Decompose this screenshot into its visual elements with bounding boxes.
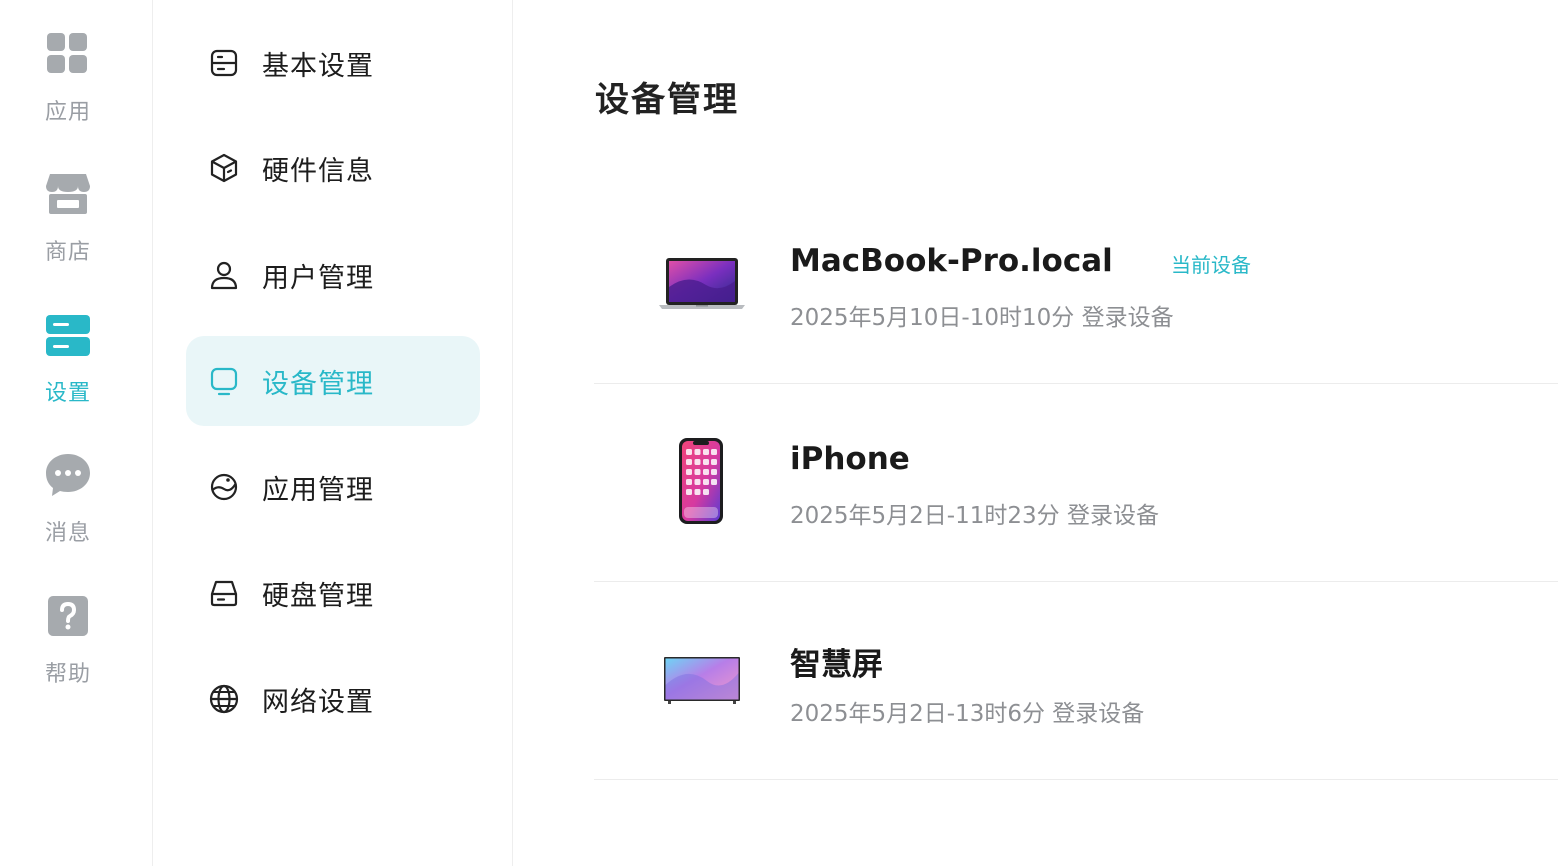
device-row-smart-screen[interactable]: 智慧屏 2025年5月2日-13时6分 登录设备: [594, 581, 1558, 780]
store-icon: [46, 174, 90, 214]
user-icon: [210, 261, 238, 290]
device-row-macbook[interactable]: MacBook-Pro.local 当前设备 2025年5月10日-10时10分…: [594, 185, 1558, 384]
rail-item-messages[interactable]: 消息: [0, 447, 136, 557]
grid-icon: [47, 33, 87, 73]
app-rail: 应用 商店 设置 消息 帮助: [0, 0, 153, 866]
rail-item-apps[interactable]: 应用: [0, 26, 136, 136]
monitor-icon: [210, 367, 238, 396]
page-title: 设备管理: [595, 80, 739, 120]
globe-icon: [209, 684, 239, 714]
device-name: MacBook-Pro.local: [790, 243, 1113, 279]
menu-label: 用户管理: [262, 262, 374, 294]
menu-item-hardware-info[interactable]: 硬件信息: [186, 123, 480, 213]
device-management-panel: 设备管理 MacBook-Pro.local 当前设备 2025年5月10日-1…: [513, 0, 1558, 866]
device-name: iPhone: [790, 441, 910, 477]
device-login-time: 2025年5月2日-11时23分 登录设备: [790, 503, 1159, 529]
menu-item-device-management[interactable]: 设备管理: [186, 336, 480, 426]
device-name: 智慧屏: [790, 647, 883, 683]
device-login-time: 2025年5月2日-13时6分 登录设备: [790, 701, 1145, 727]
rail-label-apps: 应用: [44, 100, 91, 125]
menu-label: 网络设置: [262, 686, 374, 718]
settings-menu: 基本设置 硬件信息 用户管理 设备管理 应用管理 硬盘管理 网络设置: [153, 0, 513, 866]
rail-item-store[interactable]: 商店: [0, 166, 136, 276]
rail-label-messages: 消息: [44, 521, 91, 546]
tv-icon: [664, 657, 740, 704]
basic-settings-icon: [210, 49, 238, 77]
menu-label: 应用管理: [262, 474, 374, 506]
phone-icon: [679, 438, 723, 524]
hard-drive-icon: [210, 580, 238, 607]
menu-item-user-management[interactable]: 用户管理: [186, 230, 480, 320]
cube-icon: [210, 153, 238, 183]
rail-item-settings[interactable]: 设置: [0, 307, 136, 417]
rail-label-help: 帮助: [44, 662, 91, 687]
menu-item-basic-settings[interactable]: 基本设置: [186, 18, 480, 108]
laptop-icon: [659, 258, 745, 309]
rail-item-help[interactable]: 帮助: [0, 588, 136, 698]
rail-label-store: 商店: [44, 240, 91, 265]
menu-item-network-settings[interactable]: 网络设置: [186, 654, 480, 744]
menu-label: 硬件信息: [262, 155, 374, 187]
menu-label: 基本设置: [262, 50, 374, 82]
menu-label: 硬盘管理: [262, 580, 374, 612]
planet-icon: [210, 473, 238, 501]
chat-bubble-icon: [46, 454, 90, 496]
menu-label: 设备管理: [262, 368, 374, 400]
settings-drawer-icon: [46, 315, 90, 356]
device-login-time: 2025年5月10日-10时10分 登录设备: [790, 305, 1174, 331]
menu-item-disk-management[interactable]: 硬盘管理: [186, 548, 480, 638]
current-device-badge: 当前设备: [1171, 253, 1251, 277]
device-row-iphone[interactable]: iPhone 2025年5月2日-11时23分 登录设备: [594, 383, 1558, 582]
menu-item-app-management[interactable]: 应用管理: [186, 442, 480, 532]
help-icon: [48, 596, 88, 636]
rail-label-settings: 设置: [44, 381, 91, 406]
